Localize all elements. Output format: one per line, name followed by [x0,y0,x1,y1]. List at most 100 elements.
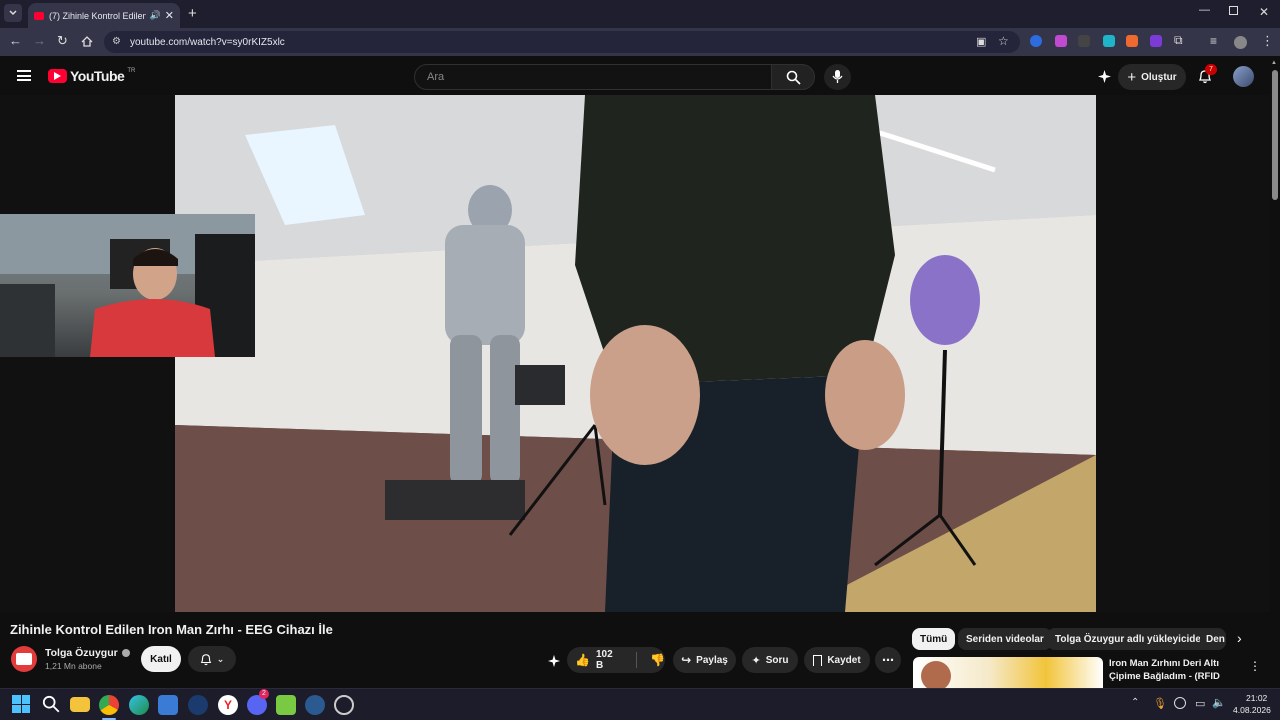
volume-icon[interactable]: 🔈 [1212,696,1226,709]
more-actions-button[interactable]: ⋯ [875,647,901,673]
tab-list-button[interactable] [4,4,22,22]
ask-button[interactable]: ✦ Soru [742,647,798,673]
back-icon[interactable]: ← [9,33,22,48]
chip-series-videos[interactable]: Seriden videolar [958,628,1052,650]
yandex-icon[interactable]: Y [218,695,238,715]
scroll-up-arrow-icon[interactable]: ▲ [1271,60,1277,66]
save-label: Kaydet [827,654,861,666]
voice-search-button[interactable] [824,64,851,90]
youtube-logo-text: YouTube [70,68,125,84]
extension-icon-6[interactable] [1150,35,1162,47]
browser-menu-icon[interactable]: ⋮ [1261,33,1274,49]
chip-all[interactable]: Tümü [912,628,956,650]
notifications-button[interactable]: 7 [1198,64,1217,85]
extensions-area: ⧉ [1028,33,1198,49]
restore-icon[interactable] [1229,6,1238,15]
subscription-bell-button[interactable]: ⌄ [188,646,236,672]
speaker-icon[interactable]: 🔊 [150,10,161,21]
recommendation-thumbnail[interactable] [913,657,1103,688]
join-label: Katıl [150,653,172,665]
reload-icon[interactable]: ↻ [57,33,68,49]
search-input[interactable]: Ara [414,64,772,90]
extensions-puzzle-icon[interactable]: ⧉ [1174,33,1183,48]
webcam-overlay [0,214,255,357]
browser-tab-active[interactable]: (7) Zihinle Kontrol Edilen Iron Man Zırh… [28,3,180,28]
create-button[interactable]: + Oluştur [1118,64,1186,90]
file-explorer-icon[interactable] [70,697,90,712]
notification-badge: 7 [1205,64,1217,75]
ai-sparkle-icon[interactable] [1097,69,1112,84]
save-button[interactable]: Kaydet [804,647,870,673]
like-divider [636,652,638,668]
search-icon[interactable] [42,695,62,715]
tab-search-icon[interactable]: ≡ [1210,34,1217,48]
bell-icon [200,653,211,665]
search-button[interactable] [771,64,815,90]
chip-from-uploader[interactable]: Tolga Özuygur adlı yükleyiciden [1047,628,1216,650]
cast-icon[interactable]: ▣ [976,35,986,48]
bookmark-star-icon[interactable]: ☆ [998,34,1009,48]
share-button[interactable]: ↪ Paylaş [673,647,736,673]
create-label: Oluştur [1141,71,1177,83]
new-tab-button[interactable]: + [188,5,197,22]
site-info-icon[interactable]: ⚙ [112,36,121,47]
chip-related[interactable]: Den [1200,628,1226,650]
microphone-tray-icon[interactable]: 🎙 [1153,697,1167,710]
video-frame [175,95,1096,612]
scrollbar-thumb[interactable] [1272,70,1278,200]
address-bar[interactable]: ⚙ youtube.com/watch?v=sy0rKIZ5xlc ▣ ☆ [104,31,1020,53]
tab-title: (7) Zihinle Kontrol Edilen Iron Man Zırh… [49,10,146,21]
channel-avatar[interactable] [11,646,37,672]
region-code: TR [127,68,136,74]
channel-name[interactable]: Tolga Özuygur [45,647,130,659]
live-app-icon[interactable] [276,695,296,715]
app-icon[interactable] [334,695,354,715]
thumbs-up-icon: 👍 [575,653,590,667]
windows-start-icon[interactable] [12,695,30,713]
ai-sparkle-icon[interactable] [547,654,561,668]
browser-tab-bar: (7) Zihinle Kontrol Edilen Iron Man Zırh… [0,0,1280,28]
steam-icon[interactable] [188,695,208,715]
discord-icon[interactable]: 2 [247,689,269,715]
like-dislike-group: 👍 102 B 👎 [567,647,665,673]
close-tab-icon[interactable]: ✕ [165,9,174,22]
thumbs-down-icon: 👎 [650,653,665,667]
like-button[interactable]: 👍 102 B [575,649,621,671]
extension-icon-2[interactable] [1055,35,1067,47]
youtube-header: YouTube TR Ara + Oluştur 7 [0,56,1280,96]
youtube-logo[interactable]: YouTube TR [48,68,135,84]
store-icon[interactable] [158,695,178,715]
home-icon[interactable] [81,34,93,47]
discord-badge: 2 [259,689,269,699]
account-avatar[interactable] [1233,66,1254,87]
recommendation-title[interactable]: Iron Man Zırhını Deri Altı Çipime Bağlad… [1109,657,1245,683]
channel-name-text: Tolga Özuygur [45,647,118,659]
vpn-tray-icon[interactable] [1174,697,1186,709]
close-window-icon[interactable]: ✕ [1259,5,1269,19]
chrome-icon[interactable] [99,695,119,715]
video-title: Zihinle Kontrol Edilen Iron Man Zırhı - … [10,622,333,637]
hamburger-menu-icon[interactable] [17,70,31,81]
clock-time[interactable]: 21:02 [1246,693,1267,703]
youtube-play-icon [48,69,67,83]
clock-date[interactable]: 4.08.2026 [1233,705,1271,715]
steam-alt-icon[interactable] [305,695,325,715]
bookmark-icon [813,654,823,666]
edge-icon[interactable] [129,695,149,715]
chips-next-arrow-icon[interactable]: › [1237,630,1242,646]
extension-icon-4[interactable] [1103,35,1115,47]
tray-overflow-icon[interactable]: ⌃ [1131,697,1139,708]
join-button[interactable]: Katıl [141,646,181,672]
recommendation-menu-icon[interactable]: ⋮ [1249,659,1261,673]
sparkle-icon: ✦ [751,654,761,667]
extension-icon-3[interactable] [1078,35,1090,47]
network-icon[interactable]: ▭ [1195,697,1205,710]
profile-avatar[interactable] [1234,36,1247,49]
extension-icon-1[interactable] [1030,35,1042,47]
share-label: Paylaş [696,654,728,666]
extension-icon-5[interactable] [1126,35,1138,47]
dislike-button[interactable]: 👎 [650,653,665,667]
minimize-icon[interactable]: — [1199,4,1210,16]
forward-icon[interactable]: → [33,33,46,48]
video-player[interactable] [0,95,1270,612]
